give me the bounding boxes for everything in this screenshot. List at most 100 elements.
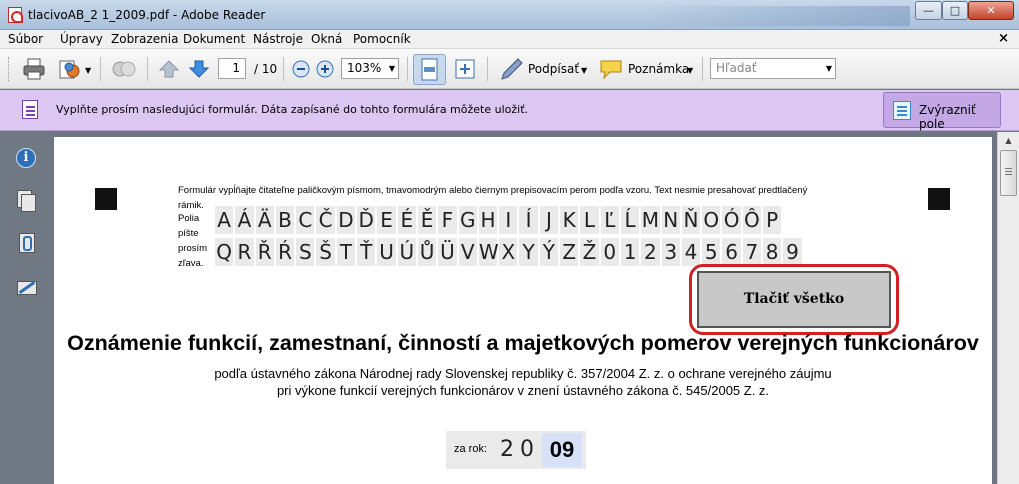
sample-character: G	[458, 206, 479, 234]
year-input[interactable]: 09	[542, 433, 582, 467]
sample-character: M	[641, 206, 662, 234]
sample-character: Ť	[357, 238, 378, 266]
sample-character: É	[397, 206, 418, 234]
sample-character: S	[296, 238, 317, 266]
attach-icon[interactable]	[110, 58, 138, 80]
highlight-fields-icon	[893, 101, 911, 120]
comment-dropdown-arrow[interactable]: ▼	[687, 66, 693, 75]
close-document-button[interactable]: ×	[998, 31, 1009, 46]
scrollbar-thumb[interactable]	[1000, 150, 1017, 196]
highlight-fields-button[interactable]: Zvýrazniť pole	[883, 92, 1001, 131]
toolbar-separator	[487, 57, 488, 81]
menu-window[interactable]: Okná	[311, 32, 342, 46]
sample-character: P	[763, 206, 784, 234]
sample-character: Q	[215, 238, 236, 266]
year-digit: 0	[520, 437, 534, 462]
menu-help[interactable]: Pomocník	[353, 32, 411, 46]
close-window-button[interactable]: ✕	[968, 1, 1014, 20]
menu-tools[interactable]: Nástroje	[253, 32, 303, 46]
sample-character: Ú	[397, 238, 418, 266]
registration-mark-right	[928, 188, 950, 210]
sample-character: 1	[620, 238, 642, 266]
window-title: tlacivoAB_2 1_2009.pdf - Adobe Reader	[28, 8, 266, 22]
zoom-out-icon[interactable]	[292, 60, 310, 78]
sample-character: C	[296, 206, 317, 234]
minimize-button[interactable]: —	[915, 1, 942, 20]
sample-character: T	[336, 238, 358, 266]
search-input[interactable]: Hľadať ▼	[710, 58, 836, 79]
sample-character: A	[215, 206, 236, 234]
sign-dropdown-arrow[interactable]: ▼	[581, 66, 587, 75]
page-number-input[interactable]: 1	[218, 58, 246, 79]
share-icon[interactable]	[58, 58, 82, 80]
form-banner-text: Vyplňte prosím nasledujúci formulár. Dát…	[56, 103, 529, 116]
sample-character: Ó	[722, 206, 743, 234]
zoom-level-input[interactable]: 103% ▼	[341, 58, 399, 79]
fit-width-icon[interactable]	[453, 57, 477, 81]
sample-character: Ř	[255, 238, 276, 266]
registration-mark-left	[95, 188, 117, 210]
arrow-up-icon[interactable]	[158, 58, 180, 80]
instruction-label: Polia	[178, 213, 200, 224]
sample-character: O	[702, 206, 723, 234]
menu-view[interactable]: Zobrazenia	[111, 32, 178, 46]
pen-icon[interactable]	[498, 56, 524, 82]
arrow-down-icon[interactable]	[188, 58, 210, 80]
vertical-scrollbar[interactable]: ▲	[997, 132, 1019, 484]
attachments-icon[interactable]	[16, 232, 36, 253]
year-digit: 2	[500, 437, 514, 462]
comment-button[interactable]: Poznámka	[628, 62, 689, 76]
sample-character: 2	[641, 238, 662, 266]
zoom-dropdown-arrow[interactable]: ▼	[389, 59, 395, 78]
sample-character: 0	[600, 238, 621, 266]
sample-character: Ô	[742, 206, 764, 234]
print-all-button[interactable]: Tlačiť všetko	[697, 271, 891, 328]
search-placeholder: Hľadať	[716, 61, 757, 75]
sample-character: 7	[742, 238, 764, 266]
pages-icon[interactable]	[16, 190, 36, 212]
sample-characters-row-1: AÁÄBCČDĎEÉĚFGHIÍJKLĽĹMNŇOÓÔP	[215, 206, 784, 234]
document-title: Oznámenie funkcií, zamestnaní, činností …	[67, 331, 979, 355]
sample-character: Ě	[417, 206, 439, 234]
sample-character: W	[478, 238, 500, 266]
sample-character: K	[560, 206, 581, 234]
menu-bar: Súbor Úpravy Zobrazenia Dokument Nástroj…	[0, 30, 1019, 49]
instruction-label: prosím	[178, 243, 208, 254]
sample-character: Č	[316, 206, 337, 234]
sample-character: Ň	[681, 206, 703, 234]
zoom-level-value: 103%	[347, 61, 382, 75]
toolbar-separator	[702, 57, 703, 81]
menu-file[interactable]: Súbor	[8, 32, 43, 46]
signatures-icon[interactable]	[16, 276, 37, 296]
scroll-up-arrow[interactable]: ▲	[998, 132, 1019, 149]
sample-characters-row-2: QRŘŔSŠTŤUÚŮÜVWXYÝZŽ0123456789	[215, 238, 804, 266]
navigation-panel: i	[0, 132, 52, 484]
form-notification-banner: Vyplňte prosím nasledujúci formulár. Dát…	[0, 90, 1019, 131]
sample-character: Ý	[539, 238, 561, 266]
sample-character: B	[275, 206, 297, 234]
comment-icon[interactable]	[598, 57, 624, 81]
sample-character: L	[580, 206, 601, 234]
instruction-label: zľava.	[178, 258, 204, 269]
sample-character: Z	[560, 238, 581, 266]
sample-character: Ä	[255, 206, 276, 234]
zoom-in-icon[interactable]	[316, 60, 334, 78]
menu-edit[interactable]: Úpravy	[60, 32, 103, 46]
instruction-label: rámik.	[178, 200, 204, 211]
sample-character: Ŕ	[275, 238, 297, 266]
sample-character: V	[458, 238, 479, 266]
share-dropdown-arrow[interactable]: ▼	[85, 66, 91, 75]
year-field-group: za rok: 2 0 09	[446, 431, 586, 469]
sample-character: J	[539, 206, 561, 234]
maximize-button[interactable]: □	[942, 1, 968, 20]
sample-character: 9	[783, 238, 804, 266]
sample-character: D	[336, 206, 358, 234]
printer-icon[interactable]	[22, 58, 46, 80]
sample-character: F	[438, 206, 459, 234]
fit-page-button[interactable]	[413, 54, 446, 85]
sign-button[interactable]: Podpísať	[528, 62, 579, 76]
info-icon[interactable]: i	[16, 148, 36, 168]
document-subtitle-1: podľa ústavného zákona Národnej rady Slo…	[214, 366, 832, 381]
menu-document[interactable]: Dokument	[183, 32, 245, 46]
search-dropdown-arrow[interactable]: ▼	[826, 59, 832, 78]
